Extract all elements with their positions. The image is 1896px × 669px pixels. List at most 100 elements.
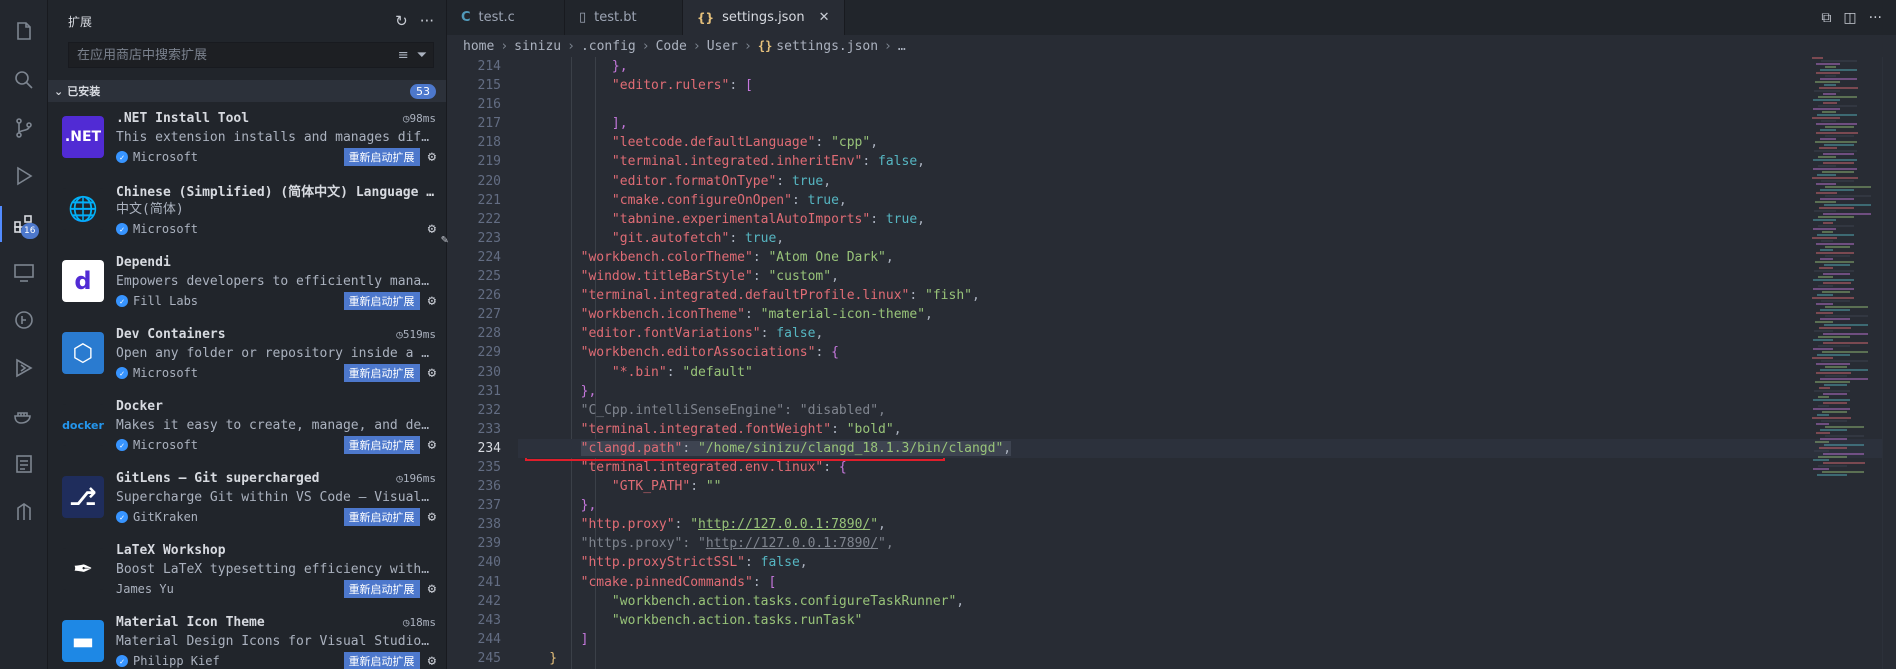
code-line[interactable]: "terminal.integrated.fontWeight": "bold"… [518,420,1896,439]
extension-publisher[interactable]: ✓ GitKraken [116,510,198,524]
gear-icon[interactable]: ⚙ [428,509,436,525]
minimap-line [1818,456,1847,458]
tab-test-bt[interactable]: ▯ test.bt [565,0,683,35]
code-line[interactable]: }, [518,57,1896,76]
open-settings-ui-icon[interactable]: ⧉ [1821,10,1831,26]
gear-icon[interactable]: ⚙ [428,293,436,309]
breadcrumb-item[interactable]: … [898,39,906,54]
vertical-scrollbar[interactable] [1882,57,1896,669]
code-line[interactable]: "http.proxy": "http://127.0.0.1:7890/", [518,515,1896,534]
activity-extensions-button[interactable]: 16 [0,200,48,248]
extension-publisher[interactable]: ✓ Microsoft [116,222,198,236]
gear-icon[interactable]: ⚙ [428,653,436,669]
breadcrumb-item[interactable]: home [463,39,494,54]
code-line[interactable]: "clangd.path": "/home/sinizu/clangd_18.1… [518,438,1896,458]
code-line[interactable]: "workbench.iconTheme": "material-icon-th… [518,305,1896,324]
activity-testing-button[interactable] [0,344,48,392]
code-line[interactable]: "terminal.integrated.inheritEnv": false, [518,152,1896,171]
code-line[interactable]: "workbench.editorAssociations": { [518,343,1896,362]
code-line[interactable]: }, [518,496,1896,515]
code-line[interactable]: "GTK_PATH": "" [518,477,1896,496]
code-line[interactable]: "workbench.colorTheme": "Atom One Dark", [518,248,1896,267]
code-line[interactable]: "C_Cpp.intelliSenseEngine": "disabled", [518,401,1896,420]
activity-tasks-button[interactable] [0,440,48,488]
extension-item[interactable]: docker Docker Makes it easy to create, m… [48,390,446,462]
gear-icon[interactable]: ⚙ [428,581,436,597]
refresh-icon[interactable]: ↻ [395,12,408,30]
code-line[interactable]: ] [518,630,1896,649]
filter-icon[interactable]: ⏷ [417,48,427,63]
gear-icon[interactable]: ⚙ [428,365,436,381]
code-line[interactable]: "editor.fontVariations": false, [518,324,1896,343]
more-actions-icon[interactable]: ··· [420,12,434,30]
code-line[interactable]: "cmake.configureOnOpen": true, [518,191,1896,210]
code-line[interactable]: "terminal.integrated.defaultProfile.linu… [518,286,1896,305]
restart-extension-button[interactable]: 重新启动扩展 [343,580,420,598]
tab-test-c[interactable]: Ctest.c [447,0,565,35]
restart-extension-button[interactable]: 重新启动扩展 [343,148,420,166]
code-line[interactable]: "leetcode.defaultLanguage": "cpp", [518,133,1896,152]
code-line[interactable]: }, [518,382,1896,401]
code-line[interactable]: "tabnine.experimentalAutoImports": true, [518,210,1896,229]
split-editor-icon[interactable]: ◫ [1843,10,1856,26]
clear-filter-icon[interactable]: ≡ [398,48,409,63]
restart-extension-button[interactable]: 重新启动扩展 [343,652,420,669]
activity-docker-button[interactable] [0,392,48,440]
minimap-line [1822,282,1851,284]
extension-item[interactable]: 🌐 Chinese (Simplified) (简体中文) Language P… [48,174,446,246]
extension-publisher[interactable]: ✓ Microsoft [116,438,198,452]
restart-extension-button[interactable]: 重新启动扩展 [343,292,420,310]
code-line[interactable]: "https.proxy": "http://127.0.0.1:7890/", [518,534,1896,553]
restart-extension-button[interactable]: 重新启动扩展 [343,364,420,382]
breadcrumb-item[interactable]: sinizu [514,39,561,54]
code-line[interactable] [518,95,1896,114]
code-content[interactable]: }, "editor.rulers": [ ], "leetcode.defau… [441,57,1896,669]
gear-icon[interactable]: ⚙ [428,149,436,165]
gear-icon[interactable]: ⚙ [428,221,436,237]
extension-item[interactable]: ✒ LaTeX Workshop Boost LaTeX typesetting… [48,534,446,606]
code-line[interactable]: "editor.formatOnType": true, [518,172,1896,191]
code-line[interactable]: "workbench.action.tasks.runTask" [518,611,1896,630]
installed-section-header[interactable]: ⌄ 已安装 53 [48,80,446,102]
activity-run-debug-button[interactable] [0,152,48,200]
activity-gitlens-button[interactable] [0,296,48,344]
extension-publisher[interactable]: ✓ Philipp Kief [116,654,220,668]
extension-publisher[interactable]: James Yu [116,582,174,596]
breadcrumb-item[interactable]: User [707,39,738,54]
extension-publisher[interactable]: ✓ Microsoft [116,150,198,164]
restart-extension-button[interactable]: 重新启动扩展 [343,508,420,526]
activity-search-button[interactable] [0,56,48,104]
breadcrumb-item[interactable]: Code [656,39,687,54]
minimap[interactable] [1812,57,1882,669]
extension-item[interactable]: d Dependi Empowers developers to efficie… [48,246,446,318]
code-line[interactable]: "terminal.integrated.env.linux": { [518,458,1896,477]
activity-source-control-button[interactable] [0,104,48,152]
more-actions-icon[interactable]: ··· [1869,10,1882,26]
tab-settings-json[interactable]: {} settings.json ✕ [683,0,845,35]
code-line[interactable]: "window.titleBarStyle": "custom", [518,267,1896,286]
extension-publisher[interactable]: ✓ Fill Labs [116,294,198,308]
code-line[interactable]: } [518,649,1896,668]
breadcrumb-item[interactable]: .config [581,39,636,54]
extension-item[interactable]: ⬡ Dev Containers ◷519ms Open any folder … [48,318,446,390]
extension-item[interactable]: ▬ Material Icon Theme ◷18ms Material Des… [48,606,446,669]
code-line[interactable]: "http.proxyStrictSSL": false, [518,553,1896,572]
close-icon[interactable]: ✕ [819,10,830,25]
code-line[interactable]: "git.autofetch": true, [518,229,1896,248]
extension-search-input[interactable] [77,47,390,63]
code-line[interactable]: ], [518,114,1896,133]
code-line[interactable]: "*.bin": "default" [518,363,1896,382]
breadcrumb-item[interactable]: {} settings.json [758,39,878,54]
activity-explorer-button[interactable] [0,8,48,56]
code-line[interactable]: "workbench.action.tasks.configureTaskRun… [518,592,1896,611]
activity-git-graph-button[interactable] [0,488,48,536]
gear-icon[interactable]: ⚙ [428,437,436,453]
code-line[interactable]: "cmake.pinnedCommands": [ [518,573,1896,592]
extension-item[interactable]: .NET .NET Install Tool ◷98ms This extens… [48,102,446,174]
extension-item[interactable]: ⎇ GitLens — Git supercharged ◷196ms Supe… [48,462,446,534]
activity-remote-explorer-button[interactable] [0,248,48,296]
code-line[interactable]: "editor.rulers": [ [518,76,1896,95]
code-editor[interactable]: 214 215 216 217 218 219 220 221 222 223 224 225 226 2… [441,57,1896,669]
extension-publisher[interactable]: ✓ Microsoft [116,366,198,380]
restart-extension-button[interactable]: 重新启动扩展 [343,436,420,454]
